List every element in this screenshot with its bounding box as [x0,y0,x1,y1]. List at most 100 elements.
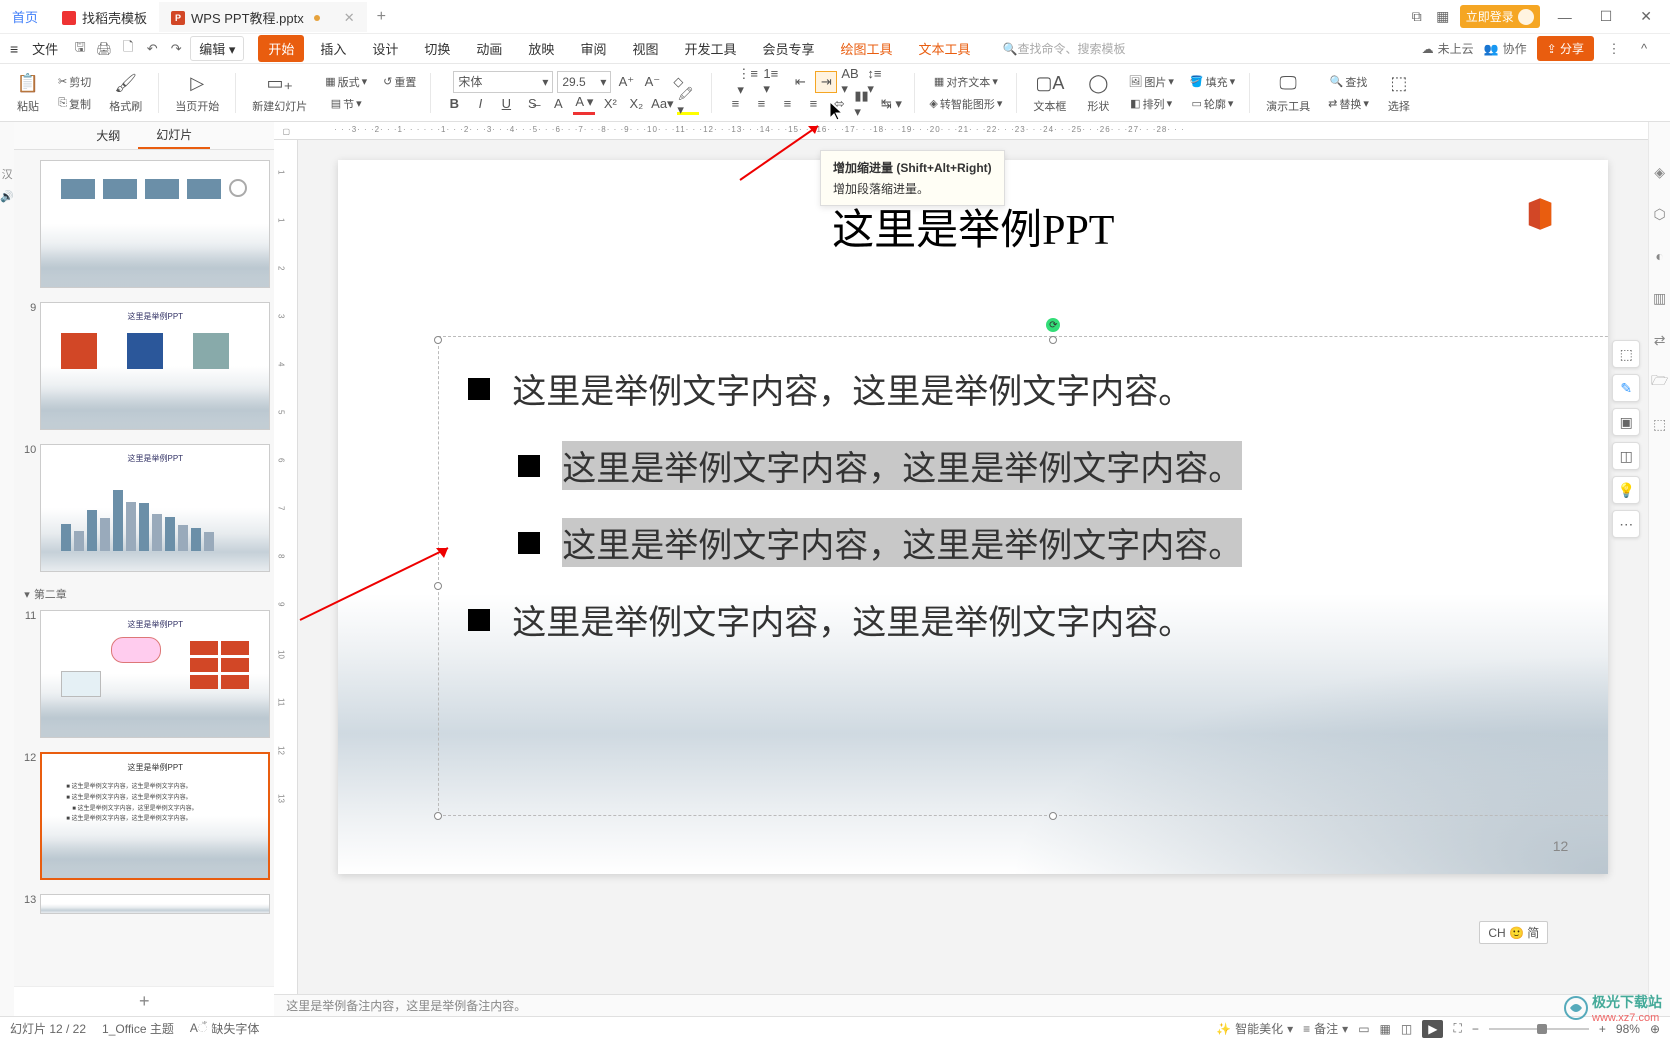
tab-view[interactable]: 视图 [622,35,668,62]
tab-design[interactable]: 设计 [362,35,408,62]
minimize-icon[interactable]: — [1548,5,1582,29]
section-button[interactable]: ▤ 节 ▾ [329,94,364,114]
edit-menu[interactable]: 编辑 ▾ [190,36,244,61]
more-tool-icon[interactable]: ⋯ [1612,510,1640,538]
search-box[interactable]: 🔍 查找命令、搜索模板 [1003,40,1126,57]
align-right-icon[interactable]: ≡ [776,93,798,115]
menu-icon[interactable]: ≡ [8,39,20,59]
bullet-line-4[interactable]: 这里是举例文字内容，这里是举例文字内容。 [468,595,1608,644]
transition-pane-icon[interactable]: ⇄ [1650,330,1670,350]
font-name-select[interactable]: 宋体▾ [453,71,553,93]
increase-font-icon[interactable]: A⁺ [615,71,637,93]
add-tab-button[interactable]: + [367,8,396,26]
thumb-12[interactable]: 12 这里是举例PPT ■ 这生是举例文字内容，这生是举例文字内容。 ■ 这生是… [14,748,274,890]
font-color-icon[interactable]: A ▾ [573,93,595,115]
strikethrough-icon[interactable]: S̶ [521,93,543,115]
collapse-ribbon-icon[interactable]: ^ [1634,39,1654,59]
font-effects-icon[interactable]: A [547,93,569,115]
tab-transition[interactable]: 切换 [414,35,460,62]
textbox-button[interactable]: ▢A文本框 [1029,70,1070,116]
thumb-13[interactable]: 13 [14,890,274,924]
fill-button[interactable]: 🪣 填充 ▾ [1188,72,1237,92]
format-painter-button[interactable]: 🖌格式刷 [105,70,146,116]
tab-template[interactable]: 找稻壳模板 [50,2,159,32]
content-textbox[interactable]: ⟳ 这里是举例文字内容，这里是举例文字内容。 这里是举例文字内容，这里是举例文字… [438,316,1608,856]
view-slideshow-icon[interactable]: ▶ [1422,1020,1443,1038]
tab-slideshow[interactable]: 放映 [518,35,564,62]
subscript-icon[interactable]: X₂ [625,93,647,115]
help-pane-icon[interactable]: ⬚ [1650,414,1670,434]
bullet-line-1[interactable]: 这里是举例文字内容，这里是举例文字内容。 [468,364,1608,413]
thumb-10[interactable]: 10 这里是举例PPT [14,440,274,582]
add-slide-button[interactable]: + [14,986,274,1016]
theme-indicator[interactable]: 1_Office 主题 [102,1020,174,1037]
zoom-slider[interactable] [1489,1028,1589,1030]
tab-review[interactable]: 审阅 [570,35,616,62]
tab-animation[interactable]: 动画 [466,35,512,62]
ruler-corner-icon[interactable]: ▢ [274,122,298,140]
outline-mini-icon[interactable]: 汉 [2,166,13,182]
bold-icon[interactable]: B [443,93,465,115]
thumbnails[interactable]: 9 这里是举例PPT 10 这里是举例PPT [14,150,274,986]
animation-pane-icon[interactable]: ◐ [1650,246,1670,266]
align-text-button[interactable]: ▦ 对齐文本 ▾ [932,72,1000,92]
style-tool-icon[interactable]: ▣ [1612,408,1640,436]
highlight-icon[interactable]: 🖍▾ [677,93,699,115]
tab-home[interactable]: 首页 [0,2,50,32]
slide-counter[interactable]: 幻灯片 12 / 22 [10,1020,86,1037]
align-left-icon[interactable]: ≡ [724,93,746,115]
tab-member[interactable]: 会员专享 [752,35,824,62]
more-icon[interactable]: ⋮ [1604,39,1624,59]
smart-graphic-button[interactable]: ◈ 转智能图形 ▾ [927,94,1004,114]
save-icon[interactable]: 🖫 [70,39,90,59]
from-current-button[interactable]: ▷当页开始 [171,70,223,116]
thumb-11[interactable]: 11 这里是举例PPT [14,606,274,748]
rotate-handle-icon[interactable]: ⟳ [1046,318,1060,332]
tab-dev[interactable]: 开发工具 [674,35,746,62]
ruler-horizontal[interactable]: ▢ · · ·3· · ·2· · ·1· · · · · ·1· · ·2· … [274,122,1648,140]
reader-mode-icon[interactable]: ⧉ [1408,8,1426,26]
login-button[interactable]: 立即登录 [1460,5,1540,28]
arrange-button[interactable]: ◧ 排列 ▾ [1128,94,1174,114]
copy-button[interactable]: ⎘ 复制 [56,94,93,114]
notes-bar[interactable]: 这里是举例备注内容，这里是举例备注内容。 [274,994,1648,1016]
superscript-icon[interactable]: X² [599,93,621,115]
align-center-icon[interactable]: ≡ [750,93,772,115]
new-slide-button[interactable]: ▭₊新建幻灯片 [248,70,311,116]
layers-tool-icon[interactable]: ⬚ [1612,340,1640,368]
indent-marker-icon[interactable]: ↹ ▾ [880,93,902,115]
template-tool-icon[interactable]: ◫ [1612,442,1640,470]
undo-icon[interactable]: ↶ [142,39,162,59]
cut-button[interactable]: ✂ 剪切 [56,72,93,92]
apps-icon[interactable]: ▦ [1434,8,1452,26]
collab-button[interactable]: 👥协作 [1484,40,1527,57]
notes-toggle[interactable]: ≡ 备注 ▾ [1303,1020,1348,1037]
section-label[interactable]: ▾ 第二章 [14,582,274,606]
close-tab-icon[interactable]: ✕ [344,10,355,26]
print-icon[interactable]: 🖨 [94,39,114,59]
bullet-line-3[interactable]: 这里是举例文字内容，这里是举例文字内容。 [518,518,1608,567]
cloud-sync[interactable]: ☁未上云 [1422,40,1474,57]
panel-tab-slides[interactable]: 幻灯片 [138,122,210,149]
view-reading-icon[interactable]: ◫ [1401,1022,1412,1036]
beautify-button[interactable]: ✨ 智能美化 ▾ [1216,1020,1293,1037]
shape-button[interactable]: ◯形状 [1082,70,1114,116]
decrease-font-icon[interactable]: A⁻ [641,71,663,93]
zoom-out-icon[interactable]: − [1472,1022,1479,1036]
outline-button[interactable]: ▭ 轮廓 ▾ [1190,94,1236,114]
bullet-line-2[interactable]: 这里是举例文字内容，这里是举例文字内容。 [518,441,1608,490]
align-justify-icon[interactable]: ≡ [802,93,824,115]
share-button[interactable]: ⇪ 分享 [1537,36,1594,61]
panel-tab-outline[interactable]: 大纲 [78,123,138,148]
increase-indent-button[interactable]: ⇥ [815,71,837,93]
slide[interactable]: 这里是举例PPT 12 ⟳ [338,160,1608,874]
audio-mini-icon[interactable]: 🔊 [0,190,14,203]
file-pane-icon[interactable]: 🗁 [1650,372,1670,392]
paste-button[interactable]: 📋粘贴 [12,70,44,116]
object-pane-icon[interactable]: ▥ [1650,288,1670,308]
close-icon[interactable]: ✕ [1630,4,1662,29]
columns-icon[interactable]: ▮▮ ▾ [854,93,876,115]
tab-document[interactable]: P WPS PPT教程.pptx ✕ [159,2,367,32]
tab-text-tools[interactable]: 文本工具 [909,35,981,62]
design-pane-icon[interactable]: ⬡ [1650,204,1670,224]
